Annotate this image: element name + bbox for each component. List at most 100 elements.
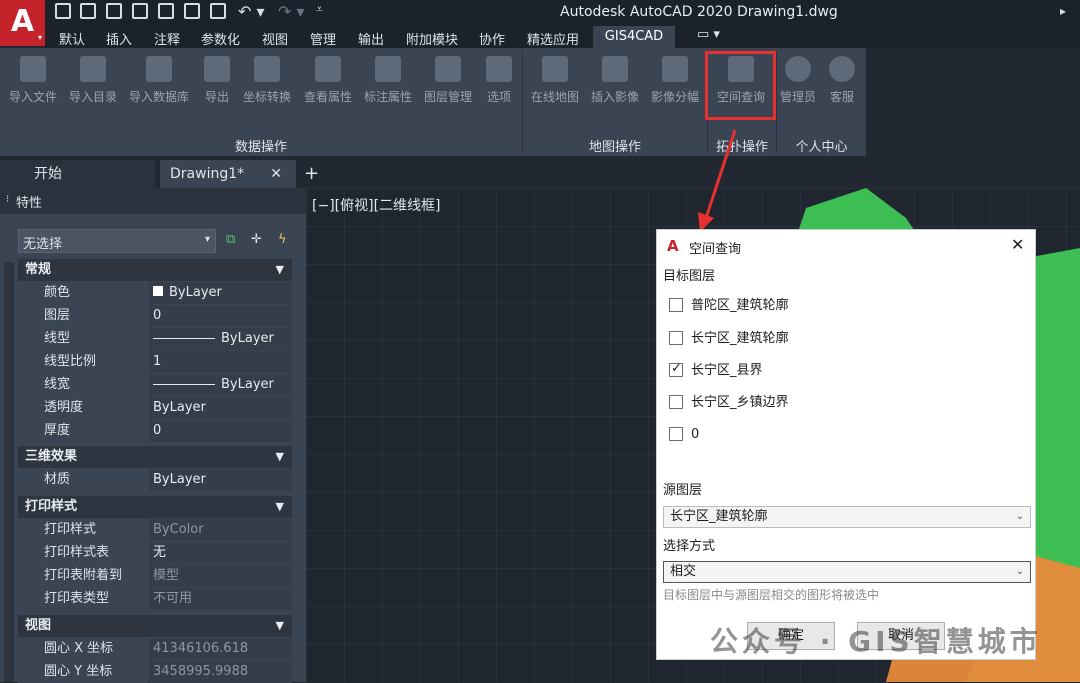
tab-drawing1-label: Drawing1*: [170, 166, 245, 182]
layer-option[interactable]: 长宁区_乡镇边界: [657, 395, 1037, 413]
palette-sidebar: [4, 262, 14, 682]
dialog-title: 空间查询: [689, 242, 742, 257]
open-file-icon[interactable]: [80, 3, 96, 19]
linetype-preview: [153, 338, 215, 339]
pin-icon[interactable]: ⁝: [6, 194, 9, 205]
prop-row[interactable]: 打印表类型 不可用: [18, 588, 292, 610]
toggle-pickadd-icon[interactable]: ⧉: [226, 232, 235, 247]
chevron-down-icon: ▼: [275, 263, 284, 276]
checkbox-checked[interactable]: ✓: [669, 361, 683, 377]
import-file-button[interactable]: 导入文件: [4, 56, 62, 114]
prop-row[interactable]: 打印表附着到 模型: [18, 565, 292, 587]
coordinate-transform-button[interactable]: 坐标转换: [238, 56, 296, 114]
tab-annotate[interactable]: 注释: [154, 29, 180, 48]
checkbox[interactable]: [669, 427, 683, 441]
prop-row[interactable]: 圆心 X 坐标 41346106.618: [18, 638, 292, 660]
view-attributes-button[interactable]: 查看属性: [299, 56, 357, 114]
insert-image-button[interactable]: 插入影像: [586, 56, 644, 114]
section-view[interactable]: 视图 ▼: [18, 615, 292, 637]
chevron-down-icon: ▼: [275, 619, 284, 632]
label-attributes-button[interactable]: 标注属性: [359, 56, 417, 114]
info-icon: [829, 56, 855, 82]
layer-option[interactable]: 0: [657, 427, 1037, 445]
support-button[interactable]: 客服: [822, 56, 862, 114]
section-3d-effects[interactable]: 三维效果 ▼: [18, 446, 292, 468]
tab-addins[interactable]: 附加模块: [406, 29, 458, 48]
tab-start[interactable]: 开始: [0, 160, 155, 188]
layer-option[interactable]: 普陀区_建筑轮廓: [657, 298, 1037, 316]
viewport-label[interactable]: [−][俯视][二维线框]: [312, 195, 441, 215]
prop-row[interactable]: 打印样式表无: [18, 542, 292, 564]
tab-insert[interactable]: 插入: [106, 29, 132, 48]
comment-icon: [315, 56, 341, 82]
title-bar: ↶ ▾ ↷ ▾ ⩡ Autodesk AutoCAD 2020 Drawing1…: [0, 0, 1080, 26]
prop-row[interactable]: 厚度 0: [18, 420, 292, 442]
prop-row[interactable]: 颜色 ByLayer: [18, 282, 292, 304]
source-layer-select[interactable]: 长宁区_建筑轮廓 ⌄: [663, 506, 1031, 528]
tab-manage[interactable]: 管理: [310, 29, 336, 48]
upload-icon: [204, 56, 230, 82]
prop-row[interactable]: 线宽 ByLayer: [18, 374, 292, 396]
tab-collaborate[interactable]: 协作: [479, 29, 505, 48]
document-tab-bar: 开始 Drawing1* ✕ +: [0, 156, 1080, 188]
selection-value: 无选择: [23, 237, 63, 252]
prop-row[interactable]: 打印样式 ByColor: [18, 519, 292, 541]
tab-featured-apps[interactable]: 精选应用: [527, 29, 579, 48]
app-menu-button[interactable]: A ▾: [0, 0, 45, 46]
layer-option[interactable]: ✓ 长宁区_县界: [657, 361, 1037, 381]
prop-row[interactable]: 线型比例 1: [18, 351, 292, 373]
label-icon: [375, 56, 401, 82]
image-tiling-button[interactable]: 影像分幅: [646, 56, 704, 114]
add-tab-button[interactable]: +: [304, 160, 324, 188]
export-icon[interactable]: [184, 3, 200, 19]
tab-output[interactable]: 输出: [358, 29, 384, 48]
save-icon[interactable]: [106, 3, 122, 19]
import-directory-button[interactable]: 导入目录: [64, 56, 122, 114]
close-icon[interactable]: ✕: [270, 160, 282, 188]
options-button[interactable]: 选项: [481, 56, 517, 114]
import-database-button[interactable]: 导入数据库: [124, 56, 194, 114]
tab-view[interactable]: 视图: [262, 29, 288, 48]
database-icon: [146, 56, 172, 82]
tab-drawing1[interactable]: Drawing1* ✕: [160, 160, 296, 188]
watermark: 公众号 · GIS智慧城市: [710, 625, 1042, 658]
checkbox[interactable]: [669, 331, 683, 345]
prop-row[interactable]: 图层 0: [18, 305, 292, 327]
checkbox[interactable]: [669, 395, 683, 409]
section-general[interactable]: 常规 ▼: [18, 259, 292, 281]
layers-icon: [435, 56, 461, 82]
redo-icon[interactable]: ↷ ▾: [278, 2, 305, 21]
select-mode-label: 选择方式: [663, 539, 716, 554]
export-button[interactable]: 导出: [198, 56, 236, 114]
tab-gis4cad[interactable]: GIS4CAD: [593, 26, 675, 48]
prop-row[interactable]: 透明度 ByLayer: [18, 397, 292, 419]
chevron-down-icon: ⌄: [1015, 511, 1024, 522]
prop-row[interactable]: 线型 ByLayer: [18, 328, 292, 350]
undo-icon[interactable]: ↶ ▾: [238, 2, 265, 21]
section-plot-style[interactable]: 打印样式 ▼: [18, 496, 292, 518]
selection-dropdown[interactable]: 无选择 ▾: [18, 229, 216, 253]
tab-parametric[interactable]: 参数化: [201, 29, 240, 48]
layer-option[interactable]: 长宁区_建筑轮廓: [657, 331, 1037, 349]
expand-icon[interactable]: ▸: [1060, 4, 1066, 18]
online-map-button[interactable]: 在线地图: [526, 56, 584, 114]
admin-button[interactable]: 管理员: [778, 56, 818, 114]
select-mode-select[interactable]: 相交 ⌄: [663, 561, 1031, 583]
import-icon[interactable]: [158, 3, 174, 19]
prop-row[interactable]: 材质 ByLayer: [18, 469, 292, 491]
new-file-icon[interactable]: [55, 3, 71, 19]
quick-access-menu-icon[interactable]: ⩡: [316, 2, 323, 17]
close-icon[interactable]: ✕: [1011, 235, 1024, 254]
layer-manager-button[interactable]: 图层管理: [419, 56, 477, 114]
source-layer-label: 源图层: [663, 483, 703, 498]
select-objects-icon[interactable]: ✛: [251, 232, 262, 247]
ribbon-toggle-icon[interactable]: ▭ ▾: [697, 27, 720, 42]
save-as-icon[interactable]: [132, 3, 148, 19]
checkbox[interactable]: [669, 298, 683, 312]
properties-header: ⁝ 特性: [0, 188, 306, 214]
tab-default[interactable]: 默认: [59, 29, 85, 48]
print-icon[interactable]: [210, 3, 226, 19]
prop-row[interactable]: 圆心 Y 坐标 3458995.9988: [18, 661, 292, 683]
gear-icon: [486, 56, 512, 82]
quick-select-icon[interactable]: ϟ: [278, 232, 287, 247]
